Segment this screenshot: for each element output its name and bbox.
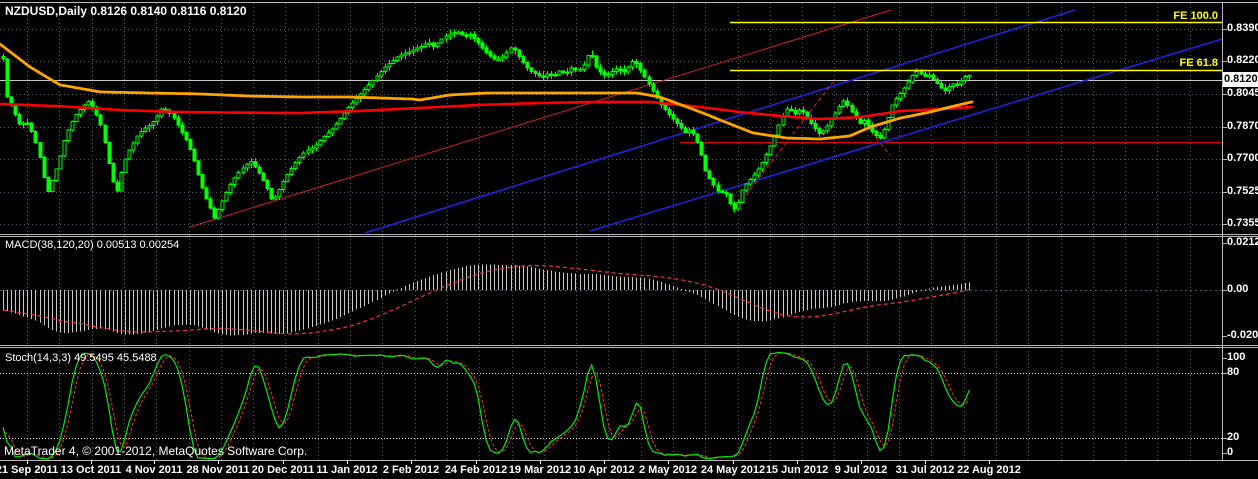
macd-axis-label: 0.00 bbox=[1227, 283, 1249, 295]
price-axis[interactable] bbox=[1222, 0, 1258, 460]
macd-axis-label: -0.02065 bbox=[1227, 329, 1258, 341]
stoch-axis-label: 0 bbox=[1227, 446, 1234, 458]
stoch-indicator-label: Stoch(14,3,3) 49.5495 45.5488 bbox=[5, 352, 157, 364]
date-axis-label: 22 Aug 2012 bbox=[957, 464, 1021, 476]
price-axis-label: 0.8045 bbox=[1227, 87, 1258, 99]
current-price-badge: 0.8120 bbox=[1223, 72, 1258, 87]
price-axis-label: 0.8390 bbox=[1227, 22, 1258, 34]
price-axis-label: 0.7700 bbox=[1227, 152, 1258, 164]
stoch-pane[interactable] bbox=[0, 350, 1222, 459]
macd-indicator-label: MACD(38,120,20) 0.00513 0.00254 bbox=[5, 239, 180, 251]
price-axis-label: 0.7525 bbox=[1227, 185, 1258, 197]
main-chart-pane[interactable] bbox=[0, 3, 1222, 233]
symbol-title: NZDUSD,Daily 0.8126 0.8140 0.8116 0.8120 bbox=[5, 4, 247, 18]
stoch-axis-label: 20 bbox=[1227, 431, 1240, 443]
stoch-axis-label: 100 bbox=[1227, 351, 1246, 363]
price-axis-label: 0.7355 bbox=[1227, 217, 1258, 229]
fib-expansion-100-label[interactable]: FE 100.0 bbox=[1158, 10, 1218, 22]
macd-pane[interactable] bbox=[0, 238, 1222, 344]
stoch-axis-label: 80 bbox=[1227, 366, 1240, 378]
fib-expansion-618-label[interactable]: FE 61.8 bbox=[1158, 57, 1218, 69]
mt4-chart-window: NZDUSD,Daily 0.8126 0.8140 0.8116 0.8120… bbox=[0, 0, 1258, 479]
price-axis-label: 0.7870 bbox=[1227, 120, 1258, 132]
macd-axis-label: 0.02122 bbox=[1227, 236, 1258, 248]
price-axis-label: 0.8220 bbox=[1227, 54, 1258, 66]
copyright-text: MetaTrader 4, © 2001-2012, MetaQuotes So… bbox=[4, 444, 308, 458]
